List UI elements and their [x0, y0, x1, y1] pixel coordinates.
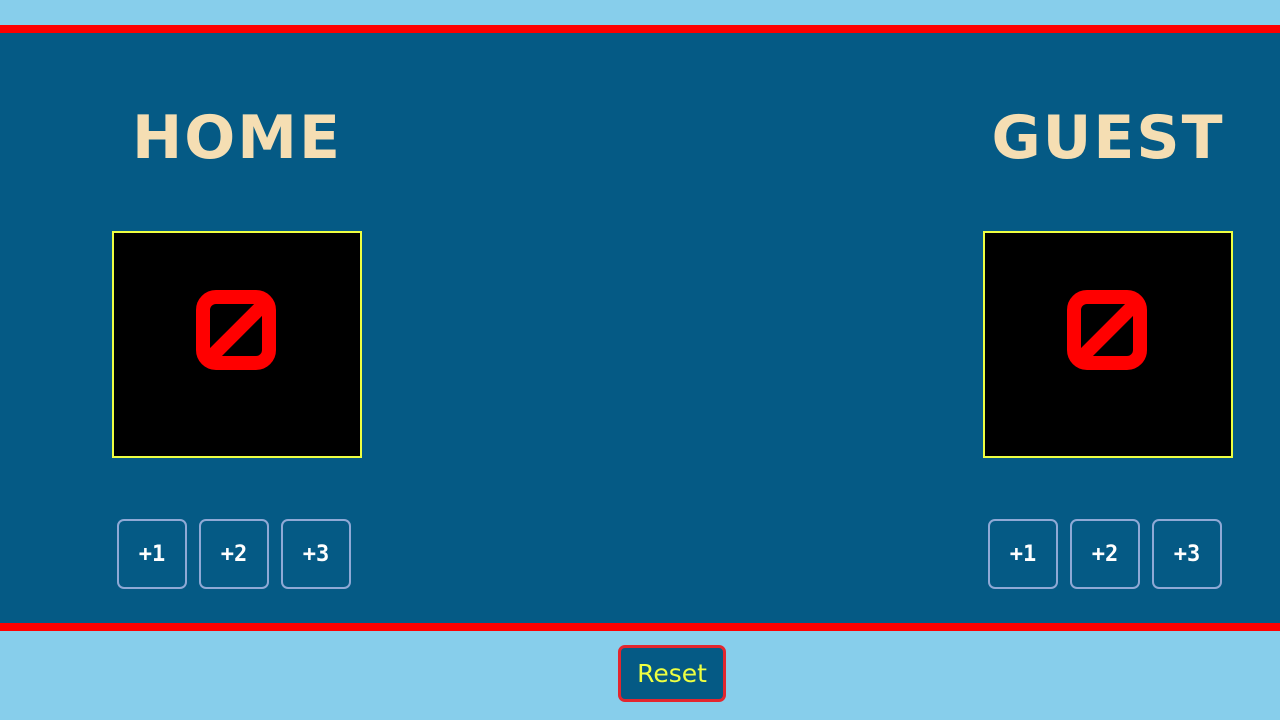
scoreboard-panel: HOME +1 +2 +3 GUEST +1 +2 +3	[0, 25, 1280, 631]
guest-add-3-button[interactable]: +3	[1152, 519, 1222, 589]
home-add-2-button[interactable]: +2	[199, 519, 269, 589]
guest-score-digit	[1067, 290, 1147, 370]
reset-button[interactable]: Reset	[618, 645, 726, 702]
home-score-buttons: +1 +2 +3	[117, 519, 357, 589]
home-add-1-button[interactable]: +1	[117, 519, 187, 589]
guest-score-display	[983, 231, 1233, 458]
home-score-digit	[196, 290, 276, 370]
guest-team-name: GUEST	[991, 103, 1225, 173]
guest-score-buttons: +1 +2 +3	[988, 519, 1228, 589]
home-score-display	[112, 231, 362, 458]
home-team-name: HOME	[132, 103, 342, 173]
home-add-3-button[interactable]: +3	[281, 519, 351, 589]
scoreboard-page: HOME +1 +2 +3 GUEST +1 +2 +3 Reset	[0, 0, 1280, 720]
guest-add-1-button[interactable]: +1	[988, 519, 1058, 589]
guest-add-2-button[interactable]: +2	[1070, 519, 1140, 589]
